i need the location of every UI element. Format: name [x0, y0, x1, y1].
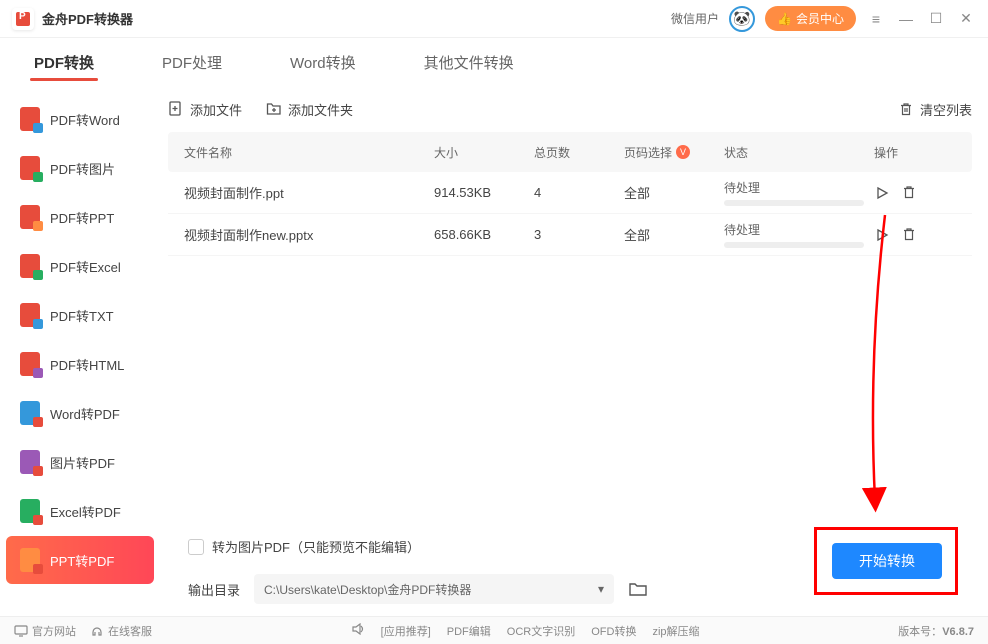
sidebar-item-ppt-to-pdf[interactable]: PPT转PDF	[6, 536, 154, 584]
user-avatar[interactable]: 🐼	[729, 6, 755, 32]
start-convert-button[interactable]: 开始转换	[832, 543, 942, 579]
sidebar-item-word-to-pdf[interactable]: Word转PDF	[6, 389, 154, 437]
version-label: 版本号：V6.8.7	[898, 623, 974, 639]
pdf-word-icon	[20, 107, 40, 131]
play-icon[interactable]	[874, 227, 890, 243]
speaker-icon	[351, 623, 365, 639]
col-header-size: 大小	[434, 144, 534, 161]
pdf-image-icon	[20, 156, 40, 180]
tab-other-convert[interactable]: 其他文件转换	[420, 42, 518, 83]
sidebar-item-pdf-to-txt[interactable]: PDF转TXT	[6, 291, 154, 339]
table-row[interactable]: 视频封面制作.ppt 914.53KB 4 全部 待处理	[168, 172, 972, 214]
col-header-pages: 总页数	[534, 144, 624, 161]
add-folder-icon	[266, 101, 282, 117]
output-path-dropdown[interactable]: C:\Users\kate\Desktop\金舟PDF转换器 ▾	[254, 574, 614, 604]
sidebar-item-pdf-to-image[interactable]: PDF转图片	[6, 144, 154, 192]
content-area: 添加文件 添加文件夹 清空列表 文件名称 大小 总页数 页码选择V 状态 操作 …	[160, 86, 988, 616]
official-site-link[interactable]: 官方网站	[14, 623, 76, 639]
pdf-html-icon	[20, 352, 40, 376]
col-header-name: 文件名称	[184, 144, 434, 161]
chevron-down-icon: ▾	[598, 582, 604, 596]
trash-icon	[898, 101, 914, 117]
maximize-icon[interactable]: ☐	[926, 9, 946, 29]
tab-word-convert[interactable]: Word转换	[286, 42, 360, 83]
col-header-status: 状态	[724, 144, 874, 161]
word-pdf-icon	[20, 401, 40, 425]
titlebar: 金舟PDF转换器 微信用户 🐼 👍 会员中心 ≡ — ☐ ✕	[0, 0, 988, 38]
footer-link-ofd[interactable]: OFD转换	[591, 623, 636, 639]
footer-link-recommend[interactable]: [应用推荐]	[381, 623, 431, 639]
sidebar-item-pdf-to-excel[interactable]: PDF转Excel	[6, 242, 154, 290]
footer-link-pdf-edit[interactable]: PDF编辑	[447, 623, 491, 639]
ppt-pdf-icon	[20, 548, 40, 572]
pdf-txt-icon	[20, 303, 40, 327]
close-icon[interactable]: ✕	[956, 9, 976, 29]
member-center-button[interactable]: 👍 会员中心	[765, 6, 856, 31]
footer-link-ocr[interactable]: OCR文字识别	[507, 623, 575, 639]
sidebar-item-excel-to-pdf[interactable]: Excel转PDF	[6, 487, 154, 535]
bottom-panel: 转为图片PDF（只能预览不能编辑） 输出目录 C:\Users\kate\Des…	[168, 519, 972, 616]
main-tabs: PDF转换 PDF处理 Word转换 其他文件转换	[0, 38, 988, 86]
col-header-ops: 操作	[874, 144, 956, 161]
output-label: 输出目录	[188, 580, 240, 599]
pdf-excel-icon	[20, 254, 40, 278]
wechat-user-label: 微信用户	[671, 10, 719, 27]
app-logo	[12, 8, 34, 30]
vip-badge-icon: V	[676, 145, 690, 159]
add-file-icon	[168, 101, 184, 117]
delete-icon[interactable]	[902, 227, 916, 243]
sidebar-item-pdf-to-html[interactable]: PDF转HTML	[6, 340, 154, 388]
sidebar-item-pdf-to-ppt[interactable]: PDF转PPT	[6, 193, 154, 241]
play-icon[interactable]	[874, 185, 890, 201]
checkbox-label: 转为图片PDF（只能预览不能编辑）	[212, 537, 420, 556]
image-pdf-checkbox[interactable]	[188, 539, 204, 555]
footer-link-zip[interactable]: zip解压缩	[652, 623, 699, 639]
app-title: 金舟PDF转换器	[42, 9, 133, 28]
image-pdf-icon	[20, 450, 40, 474]
clear-list-button[interactable]: 清空列表	[898, 100, 972, 119]
sidebar-item-pdf-to-word[interactable]: PDF转Word	[6, 95, 154, 143]
online-service-link[interactable]: 在线客服	[90, 623, 152, 639]
excel-pdf-icon	[20, 499, 40, 523]
file-toolbar: 添加文件 添加文件夹 清空列表	[168, 86, 972, 132]
tab-pdf-process[interactable]: PDF处理	[158, 42, 226, 83]
sidebar-item-image-to-pdf[interactable]: 图片转PDF	[6, 438, 154, 486]
monitor-icon	[14, 625, 28, 637]
delete-icon[interactable]	[902, 185, 916, 201]
tab-pdf-convert[interactable]: PDF转换	[30, 42, 98, 83]
menu-icon[interactable]: ≡	[866, 9, 886, 29]
add-folder-button[interactable]: 添加文件夹	[266, 100, 353, 119]
table-row[interactable]: 视频封面制作new.pptx 658.66KB 3 全部 待处理	[168, 214, 972, 256]
pdf-ppt-icon	[20, 205, 40, 229]
sidebar: PDF转Word PDF转图片 PDF转PPT PDF转Excel PDF转TX…	[0, 86, 160, 616]
add-file-button[interactable]: 添加文件	[168, 100, 242, 119]
thumbs-up-icon: 👍	[777, 12, 792, 26]
headset-icon	[90, 624, 104, 638]
col-header-select: 页码选择V	[624, 144, 724, 161]
browse-folder-icon[interactable]	[628, 580, 648, 598]
footer: 官方网站 在线客服 [应用推荐] PDF编辑 OCR文字识别 OFD转换 zip…	[0, 616, 988, 644]
minimize-icon[interactable]: —	[896, 9, 916, 29]
table-header: 文件名称 大小 总页数 页码选择V 状态 操作	[168, 132, 972, 172]
